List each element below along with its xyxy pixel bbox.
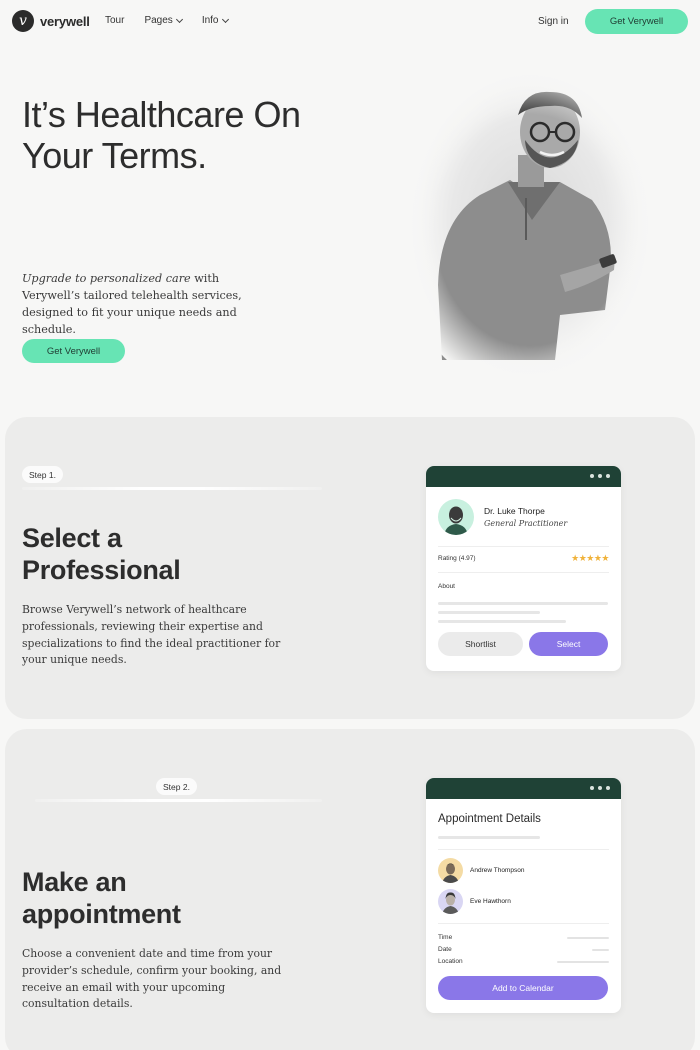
about-label: About xyxy=(438,583,455,590)
about-placeholder-line xyxy=(438,620,566,623)
more-options-icon[interactable] xyxy=(590,474,610,478)
chevron-down-icon xyxy=(175,15,183,23)
sign-in-link[interactable]: Sign in xyxy=(538,16,569,27)
detail-value-placeholder xyxy=(557,961,609,963)
divider xyxy=(438,572,609,573)
step2-title-line1: Make an xyxy=(22,867,127,897)
about-placeholder-line xyxy=(438,602,608,605)
card-header xyxy=(426,466,621,487)
divider xyxy=(438,923,609,924)
hero-get-verywell-button[interactable]: Get Verywell xyxy=(22,339,125,363)
about-placeholder-line xyxy=(438,611,540,614)
doctor-profile-card: Dr. Luke Thorpe General Practitioner Rat… xyxy=(426,466,621,671)
nav-link-label: Tour xyxy=(105,15,125,26)
detail-label-date: Date xyxy=(438,946,452,953)
hero-description-emphasis: Upgrade to personalized care xyxy=(22,272,191,285)
doctor-avatar xyxy=(438,499,474,535)
nav-links: Tour Pages Info xyxy=(105,15,229,26)
hero-title-line2: Your Terms. xyxy=(22,135,207,176)
doctor-specialty: General Practitioner xyxy=(484,519,568,528)
step1-title: Select a Professional xyxy=(22,522,181,586)
hero-portrait-image xyxy=(395,65,670,395)
more-options-icon[interactable] xyxy=(590,786,610,790)
logo-icon: v xyxy=(12,10,34,32)
card-header xyxy=(426,778,621,799)
divider xyxy=(438,849,609,850)
appointment-title: Appointment Details xyxy=(438,813,541,825)
step1-badge: Step 1. xyxy=(22,466,63,483)
step2-description: Choose a convenient date and time from y… xyxy=(22,947,282,1011)
step1-title-line1: Select a xyxy=(22,523,122,553)
select-button[interactable]: Select xyxy=(529,632,608,656)
step2-title: Make an appointment xyxy=(22,866,181,930)
nav-link-tour[interactable]: Tour xyxy=(105,15,124,26)
participant-name: Eve Hawthorn xyxy=(470,898,511,905)
step1-section: Step 1. Select a Professional Browse Ver… xyxy=(5,417,695,719)
step1-title-line2: Professional xyxy=(22,555,181,585)
hero-title-line1: It’s Healthcare On xyxy=(22,94,301,135)
participant-row: Eve Hawthorn xyxy=(438,889,511,914)
title-placeholder-line xyxy=(438,836,540,839)
step2-section: Step 2. Make an appointment Choose a con… xyxy=(5,729,695,1050)
hero-title: It’s Healthcare On Your Terms. xyxy=(22,94,352,176)
doctor-info: Dr. Luke Thorpe General Practitioner xyxy=(438,499,567,535)
detail-value-placeholder xyxy=(567,937,609,939)
avatar xyxy=(438,889,463,914)
doctor-name: Dr. Luke Thorpe xyxy=(484,506,545,516)
shortlist-button[interactable]: Shortlist xyxy=(438,632,523,656)
participant-name: Andrew Thompson xyxy=(470,867,525,874)
nav-link-pages[interactable]: Pages xyxy=(144,15,183,26)
detail-value-placeholder xyxy=(592,949,609,951)
step1-description: Browse Verywell’s network of healthcare … xyxy=(22,603,281,667)
nav-link-label: Info xyxy=(201,15,219,26)
step2-title-line2: appointment xyxy=(22,899,181,929)
step2-badge: Step 2. xyxy=(156,778,197,795)
appointment-details-card: Appointment Details Andrew Thompson Eve … xyxy=(426,778,621,1013)
step2-divider xyxy=(35,799,322,802)
step1-divider xyxy=(22,487,322,490)
divider xyxy=(438,546,609,547)
top-nav: v verywell Tour Pages Info Sign in Get V… xyxy=(0,0,700,42)
chevron-down-icon xyxy=(221,15,229,23)
detail-label-location: Location xyxy=(438,958,463,965)
nav-link-label: Pages xyxy=(144,15,173,26)
add-to-calendar-button[interactable]: Add to Calendar xyxy=(438,976,608,1000)
participant-row: Andrew Thompson xyxy=(438,858,524,883)
nav-link-info[interactable]: Info xyxy=(201,15,229,26)
brand-logo[interactable]: v verywell xyxy=(12,10,90,32)
rating-stars-icon: ★★★★★ xyxy=(571,553,609,563)
nav-get-verywell-button[interactable]: Get Verywell xyxy=(585,9,688,34)
avatar xyxy=(438,858,463,883)
brand-name: verywell xyxy=(40,13,90,29)
detail-label-time: Time xyxy=(438,934,453,941)
hero-description: Upgrade to personalized care with Verywe… xyxy=(22,270,272,338)
rating-label: Rating (4.97) xyxy=(438,555,476,562)
